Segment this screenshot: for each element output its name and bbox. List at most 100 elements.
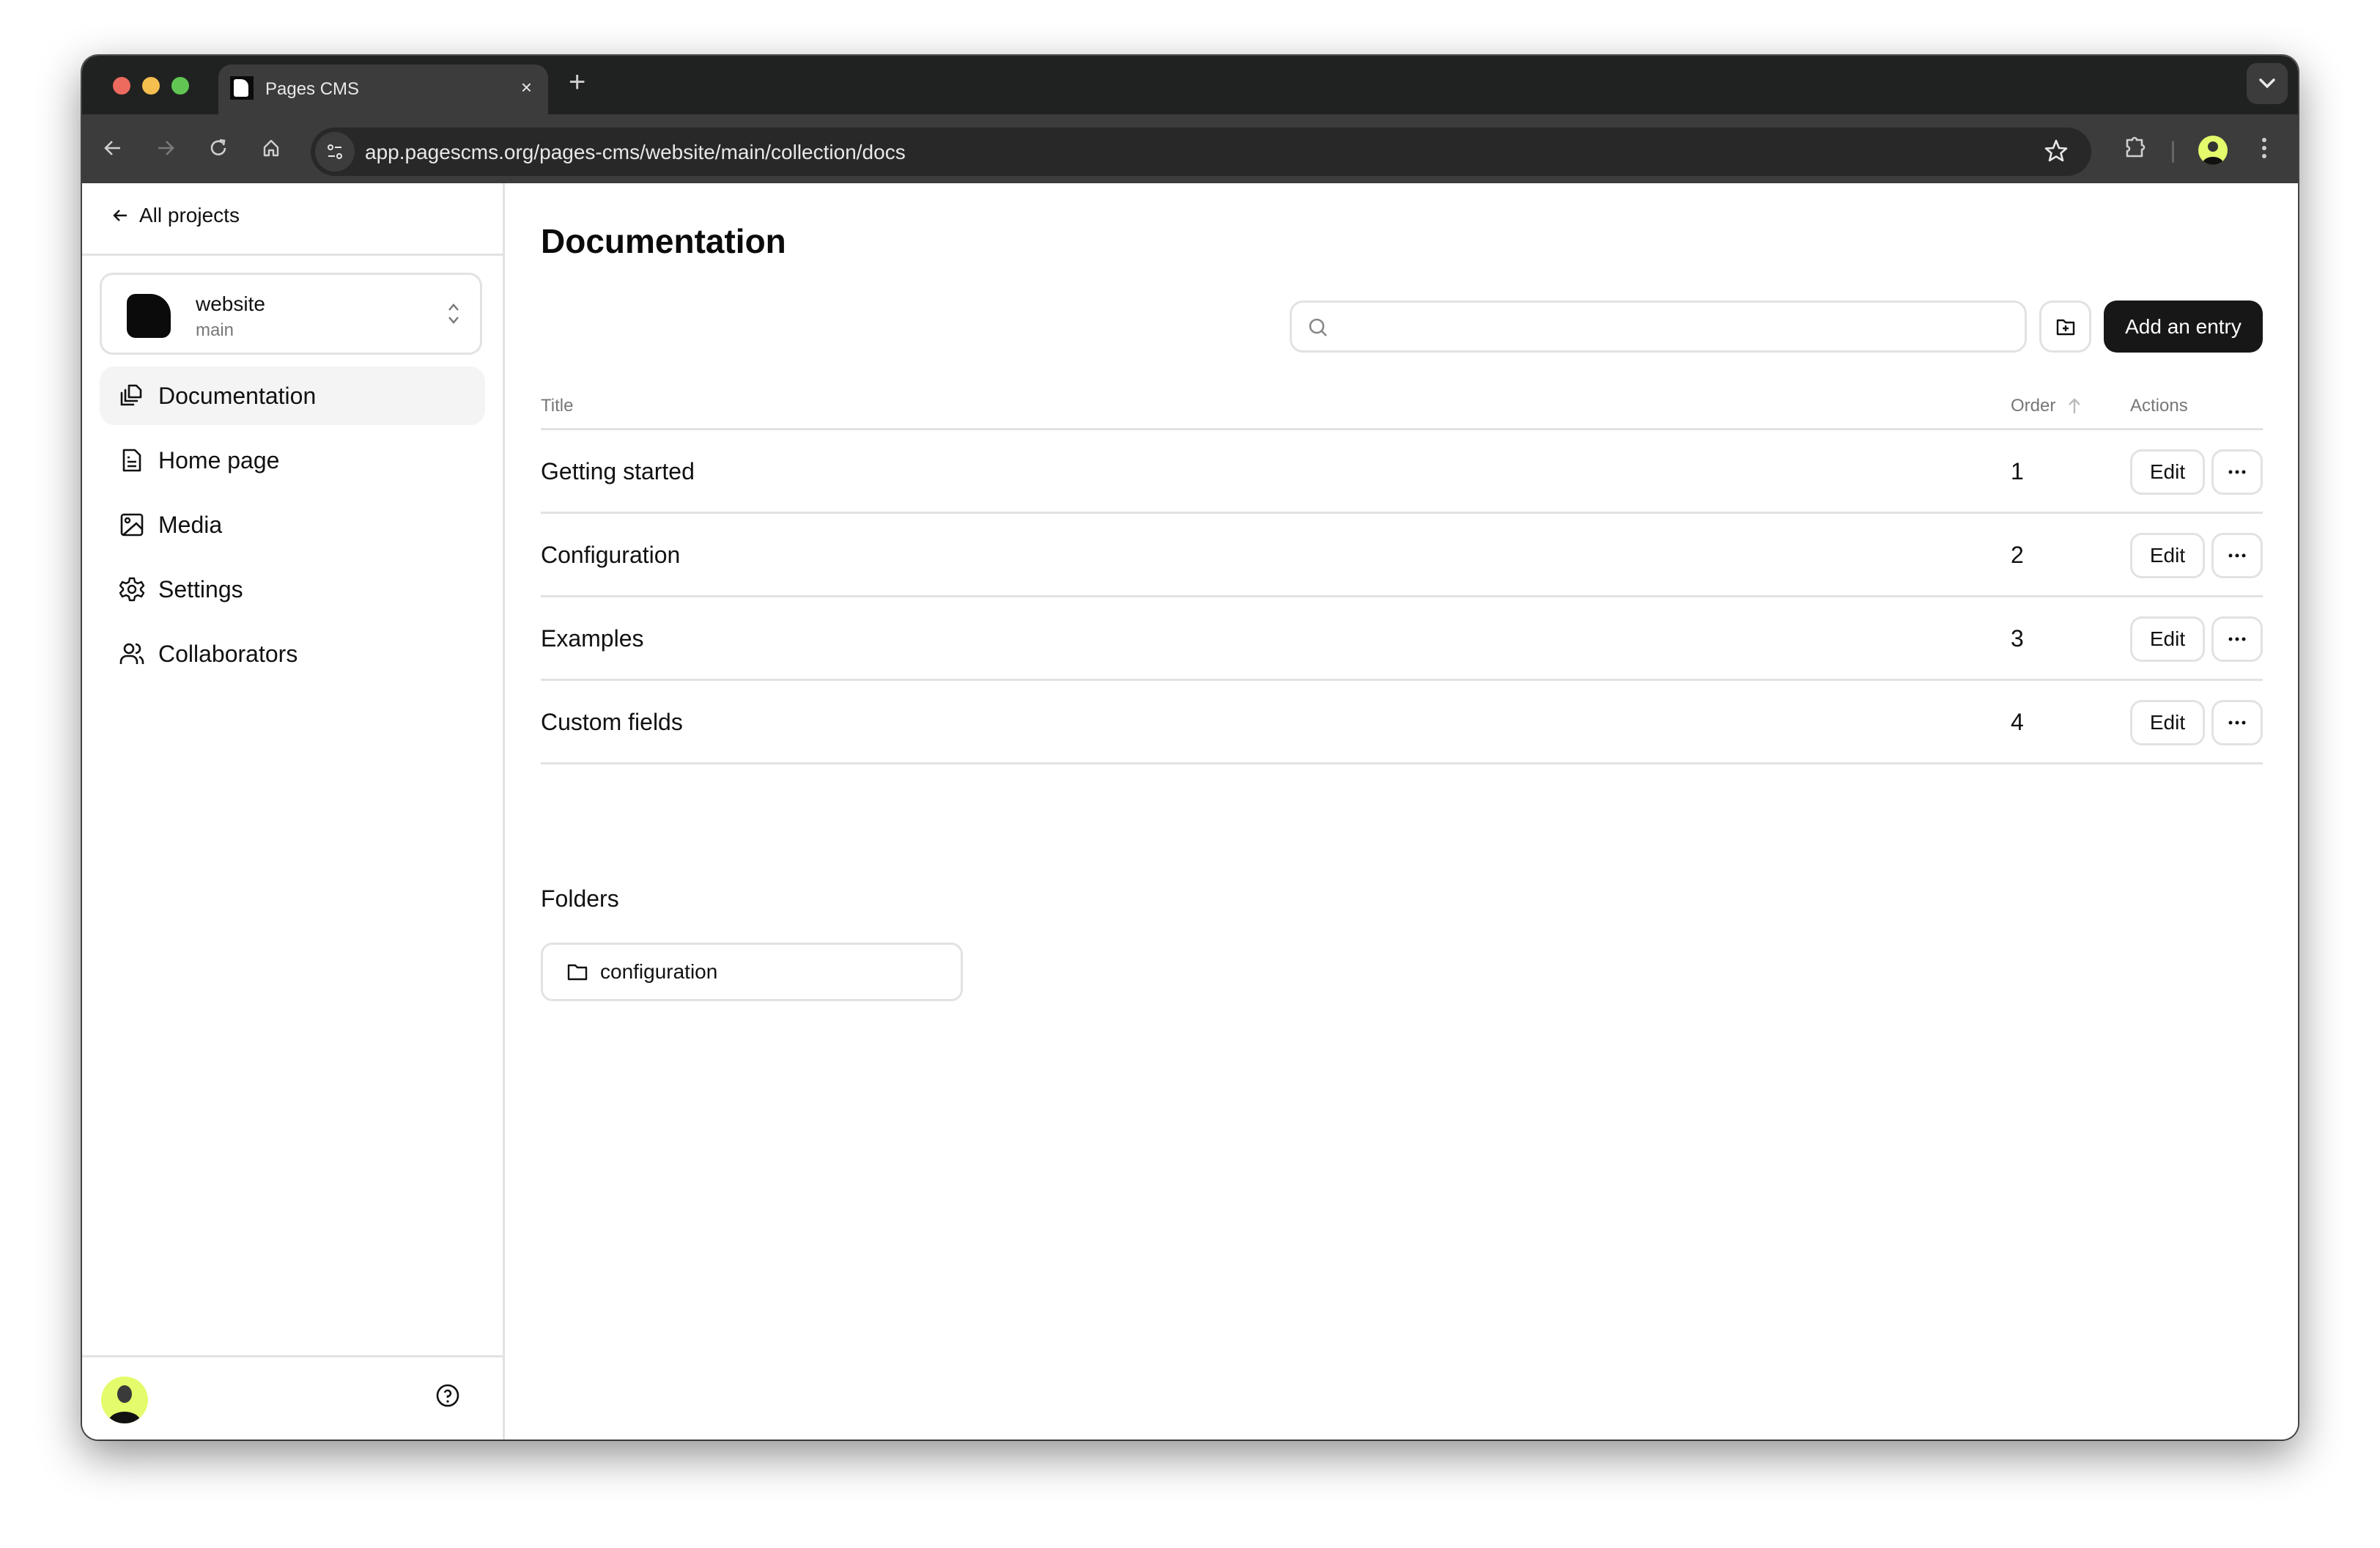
home-icon bbox=[263, 139, 279, 157]
column-header-order[interactable]: Order bbox=[2011, 396, 2082, 416]
sidebar-item-label: Collaborators bbox=[158, 640, 298, 667]
entry-title[interactable]: Configuration bbox=[541, 542, 680, 569]
bookmark-star-icon[interactable] bbox=[2043, 138, 2069, 164]
sidebar-nav: Documentation Home page Media Settings C… bbox=[100, 366, 485, 689]
more-actions-button[interactable] bbox=[2211, 616, 2263, 662]
help-button[interactable] bbox=[435, 1383, 460, 1412]
folder-name: configuration bbox=[600, 960, 718, 983]
table-row[interactable]: Configuration 2 Edit bbox=[541, 512, 2263, 597]
sidebar-item-label: Documentation bbox=[158, 382, 317, 409]
browser-menu-button[interactable] bbox=[2250, 133, 2279, 163]
chevrons-up-down-icon bbox=[448, 303, 459, 324]
app-content: All projects website main Documentation … bbox=[82, 183, 2298, 1440]
arrow-right-icon bbox=[158, 141, 174, 155]
gear-icon bbox=[119, 577, 145, 602]
entry-title[interactable]: Custom fields bbox=[541, 709, 683, 736]
edit-button[interactable]: Edit bbox=[2130, 616, 2205, 662]
image-icon bbox=[120, 513, 144, 537]
project-logo-icon bbox=[127, 294, 171, 338]
ellipsis-icon bbox=[2228, 553, 2246, 558]
user-avatar[interactable] bbox=[101, 1376, 148, 1423]
tab-search-button[interactable] bbox=[2247, 63, 2288, 104]
avatar-icon bbox=[2203, 141, 2223, 165]
search-input[interactable] bbox=[1339, 303, 2016, 352]
search-field[interactable] bbox=[1290, 301, 2027, 353]
entry-order: 1 bbox=[2011, 458, 2024, 484]
browser-tab[interactable]: Pages CMS × bbox=[218, 64, 548, 114]
more-actions-button[interactable] bbox=[2211, 449, 2263, 495]
project-name: website bbox=[196, 292, 265, 315]
sidebar-item-home-page[interactable]: Home page bbox=[100, 431, 485, 490]
url-text[interactable]: app.pagescms.org/pages-cms/website/main/… bbox=[365, 141, 906, 164]
search-icon bbox=[1309, 318, 1327, 336]
home-button[interactable] bbox=[256, 133, 286, 163]
extensions-button[interactable] bbox=[2121, 133, 2150, 163]
profile-avatar[interactable] bbox=[2198, 136, 2228, 165]
sidebar-divider bbox=[82, 254, 503, 256]
favicon-icon bbox=[230, 76, 254, 100]
sidebar-item-label: Home page bbox=[158, 446, 280, 473]
ellipsis-icon bbox=[2228, 637, 2246, 641]
entry-order: 4 bbox=[2011, 709, 2024, 735]
table-row[interactable]: Examples 3 Edit bbox=[541, 595, 2263, 681]
tune-icon bbox=[328, 144, 342, 159]
ellipsis-icon bbox=[2228, 470, 2246, 474]
maximize-window-button[interactable] bbox=[171, 77, 189, 95]
tab-close-icon[interactable]: × bbox=[521, 76, 532, 99]
sidebar-item-label: Media bbox=[158, 511, 223, 538]
arrow-left-icon bbox=[104, 141, 120, 155]
reload-button[interactable] bbox=[204, 133, 233, 163]
more-actions-button[interactable] bbox=[2211, 533, 2263, 578]
browser-toolbar: app.pagescms.org/pages-cms/website/main/… bbox=[82, 114, 2298, 183]
add-folder-button[interactable] bbox=[2039, 301, 2091, 353]
ellipsis-icon bbox=[2228, 720, 2246, 725]
page-title: Documentation bbox=[541, 222, 786, 260]
add-entry-button[interactable]: Add an entry bbox=[2104, 301, 2263, 353]
folder-item[interactable]: configuration bbox=[541, 943, 963, 1001]
tab-bar: Pages CMS × + bbox=[82, 56, 2298, 114]
sidebar-footer-divider bbox=[82, 1355, 503, 1357]
kebab-menu-icon bbox=[2262, 138, 2266, 158]
arrow-left-icon bbox=[113, 210, 127, 221]
edit-button[interactable]: Edit bbox=[2130, 533, 2205, 578]
users-icon bbox=[119, 643, 144, 664]
edit-button[interactable]: Edit bbox=[2130, 449, 2205, 495]
folder-plus-icon bbox=[2056, 319, 2074, 335]
sidebar-item-label: Settings bbox=[158, 575, 243, 602]
tab-title: Pages CMS bbox=[265, 79, 360, 99]
entry-title[interactable]: Getting started bbox=[541, 458, 695, 485]
sidebar-item-media[interactable]: Media bbox=[100, 495, 485, 554]
more-actions-button[interactable] bbox=[2211, 700, 2263, 745]
all-projects-label: All projects bbox=[139, 204, 240, 226]
help-circle-icon bbox=[436, 1384, 459, 1407]
chevron-down-icon bbox=[2259, 78, 2275, 89]
sidebar-item-settings[interactable]: Settings bbox=[100, 560, 485, 619]
new-tab-button[interactable]: + bbox=[569, 66, 585, 98]
table-row[interactable]: Getting started 1 Edit bbox=[541, 428, 2263, 514]
project-switcher[interactable]: website main bbox=[100, 273, 482, 355]
file-text-icon bbox=[122, 449, 141, 472]
back-button[interactable] bbox=[98, 133, 128, 163]
entry-title[interactable]: Examples bbox=[541, 625, 644, 652]
sidebar-item-collaborators[interactable]: Collaborators bbox=[100, 624, 485, 683]
all-projects-link[interactable]: All projects bbox=[111, 204, 240, 227]
files-icon bbox=[120, 384, 142, 406]
folder-icon bbox=[567, 964, 588, 981]
forward-button[interactable] bbox=[151, 133, 180, 163]
address-bar[interactable]: app.pagescms.org/pages-cms/website/main/… bbox=[311, 128, 2091, 176]
table-row[interactable]: Custom fields 4 Edit bbox=[541, 679, 2263, 764]
project-branch: main bbox=[196, 320, 234, 340]
column-header-actions: Actions bbox=[2130, 396, 2188, 416]
avatar-icon bbox=[108, 1385, 141, 1423]
sidebar: All projects website main Documentation … bbox=[82, 183, 505, 1440]
column-header-order-label: Order bbox=[2011, 396, 2056, 416]
puzzle-icon bbox=[2126, 136, 2146, 158]
entry-order: 2 bbox=[2011, 542, 2024, 568]
sort-ascending-arrow-icon bbox=[2069, 398, 2081, 413]
site-info-button[interactable] bbox=[315, 132, 355, 172]
column-header-title[interactable]: Title bbox=[541, 396, 573, 416]
minimize-window-button[interactable] bbox=[142, 77, 160, 95]
close-window-button[interactable] bbox=[113, 77, 130, 95]
edit-button[interactable]: Edit bbox=[2130, 700, 2205, 745]
sidebar-item-documentation[interactable]: Documentation bbox=[100, 366, 485, 425]
